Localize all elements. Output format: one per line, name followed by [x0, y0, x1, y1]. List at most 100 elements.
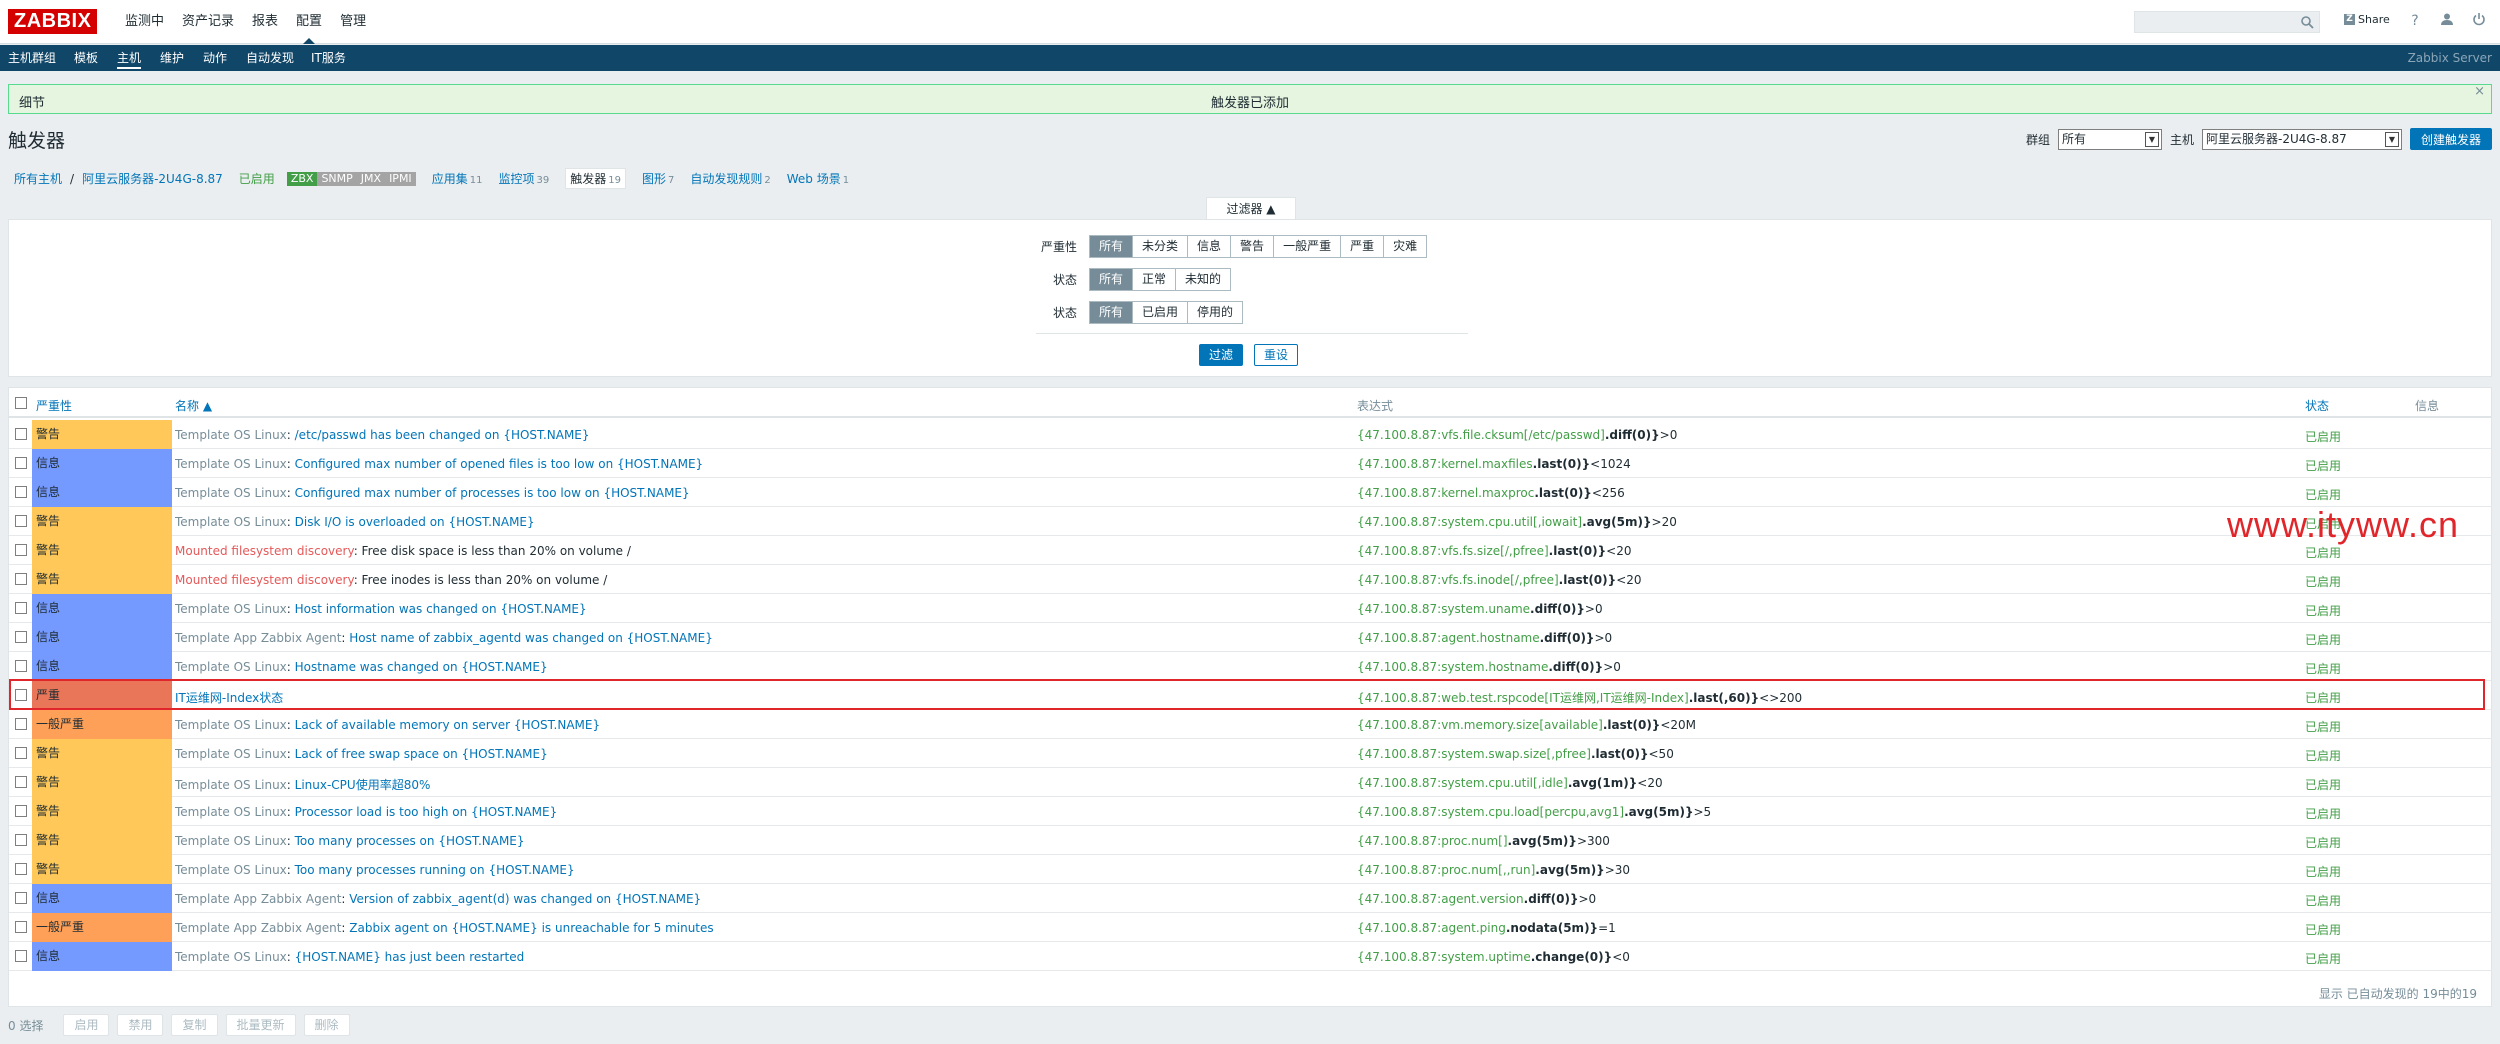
graphs-link[interactable]: 图形 7: [642, 170, 674, 187]
create-trigger-button[interactable]: 创建触发器: [2409, 128, 2492, 150]
all-hosts-link[interactable]: 所有主机: [14, 170, 62, 187]
expression-item-link[interactable]: {47.100.8.87:vfs.fs.size[/,pfree]: [1357, 544, 1549, 558]
delete-button[interactable]: 删除: [303, 1014, 350, 1036]
severity-option[interactable]: 灾难: [1384, 236, 1427, 257]
trigger-name-link[interactable]: Processor load is too high on {HOST.NAME…: [295, 805, 558, 819]
template-link[interactable]: Template OS Linux: [175, 834, 287, 848]
status-column-header[interactable]: 状态: [2305, 397, 2329, 414]
status-option[interactable]: 停用的: [1188, 302, 1243, 323]
template-link[interactable]: Template OS Linux: [175, 950, 287, 964]
template-link[interactable]: Template App Zabbix Agent: [175, 921, 341, 935]
menu-administration[interactable]: 管理: [331, 0, 375, 44]
trigger-name-link[interactable]: Configured max number of opened files is…: [295, 457, 704, 471]
zabbix-logo[interactable]: ZABBIX: [8, 9, 98, 34]
expression-item-link[interactable]: {47.100.8.87:system.uptime: [1357, 950, 1531, 964]
template-link[interactable]: Template OS Linux: [175, 457, 287, 471]
expression-item-link[interactable]: {47.100.8.87:vfs.fs.inode[/,pfree]: [1357, 573, 1559, 587]
expression-item-link[interactable]: {47.100.8.87:vm.memory.size[available]: [1357, 718, 1603, 732]
share-button[interactable]: Z Share: [2344, 13, 2390, 26]
subnav-host-groups[interactable]: 主机群组: [8, 45, 56, 71]
template-link[interactable]: Template OS Linux: [175, 805, 287, 819]
status-toggle[interactable]: 已启用: [2305, 892, 2341, 909]
status-toggle[interactable]: 已启用: [2305, 457, 2341, 474]
row-checkbox[interactable]: [15, 457, 27, 469]
menu-inventory[interactable]: 资产记录: [173, 0, 243, 44]
trigger-name-link[interactable]: Too many processes running on {HOST.NAME…: [295, 863, 575, 877]
row-checkbox[interactable]: [15, 776, 27, 788]
enable-button[interactable]: 启用: [63, 1014, 110, 1036]
trigger-name-link[interactable]: /etc/passwd has been changed on {HOST.NA…: [295, 428, 590, 442]
trigger-name-link[interactable]: Lack of available memory on server {HOST…: [295, 718, 600, 732]
trigger-name-link[interactable]: Host information was changed on {HOST.NA…: [295, 602, 587, 616]
row-checkbox[interactable]: [15, 602, 27, 614]
severity-option[interactable]: 未分类: [1133, 236, 1189, 257]
discovery-rules-link[interactable]: 自动发现规则 2: [690, 170, 770, 187]
template-link[interactable]: Template OS Linux: [175, 863, 287, 877]
host-select[interactable]: 阿里云服务器-2U4G-8.87 ▼: [2201, 128, 2402, 150]
trigger-name-link[interactable]: Zabbix agent on {HOST.NAME} is unreachab…: [349, 921, 713, 935]
select-all-checkbox[interactable]: [15, 397, 27, 409]
items-link[interactable]: 监控项 39: [498, 170, 549, 187]
trigger-name-link[interactable]: Too many processes on {HOST.NAME}: [295, 834, 525, 848]
expression-item-link[interactable]: {47.100.8.87:vfs.file.cksum[/etc/passwd]: [1357, 428, 1605, 442]
severity-option[interactable]: 一般严重: [1274, 236, 1342, 257]
trigger-name-link[interactable]: Lack of free swap space on {HOST.NAME}: [295, 747, 548, 761]
template-link[interactable]: Template App Zabbix Agent: [175, 631, 341, 645]
subnav-maintenance[interactable]: 维护: [160, 45, 184, 71]
status-toggle[interactable]: 已启用: [2305, 689, 2341, 706]
row-checkbox[interactable]: [15, 863, 27, 875]
applications-link[interactable]: 应用集 11: [432, 170, 483, 187]
row-checkbox[interactable]: [15, 486, 27, 498]
row-checkbox[interactable]: [15, 805, 27, 817]
status-toggle[interactable]: 已启用: [2305, 631, 2341, 648]
severity-option[interactable]: 信息: [1188, 236, 1232, 257]
status-toggle[interactable]: 已启用: [2305, 573, 2341, 590]
trigger-name-link[interactable]: Disk I/O is overloaded on {HOST.NAME}: [295, 515, 535, 529]
status-toggle[interactable]: 已启用: [2305, 718, 2341, 735]
subnav-discovery[interactable]: 自动发现: [246, 45, 294, 71]
status-toggle[interactable]: 已启用: [2305, 776, 2341, 793]
subnav-templates[interactable]: 模板: [74, 45, 98, 71]
template-link[interactable]: Template OS Linux: [175, 602, 287, 616]
row-checkbox[interactable]: [15, 689, 27, 701]
severity-option[interactable]: 所有: [1090, 236, 1134, 257]
apply-filter-button[interactable]: 过滤: [1199, 344, 1244, 366]
expression-item-link[interactable]: {47.100.8.87:system.cpu.util[,iowait]: [1357, 515, 1582, 529]
expression-item-link[interactable]: {47.100.8.87:web.test.rspcode[IT运维网,IT运维…: [1357, 691, 1689, 705]
status-toggle[interactable]: 已启用: [2305, 486, 2341, 503]
name-column-header[interactable]: 名称 ▲: [175, 397, 212, 414]
search-icon[interactable]: [2300, 15, 2314, 29]
trigger-name-link[interactable]: Configured max number of processes is to…: [295, 486, 690, 500]
row-checkbox[interactable]: [15, 515, 27, 527]
status-toggle[interactable]: 已启用: [2305, 428, 2341, 445]
row-checkbox[interactable]: [15, 950, 27, 962]
status-toggle[interactable]: 已启用: [2305, 660, 2341, 677]
expression-item-link[interactable]: {47.100.8.87:agent.version: [1357, 892, 1524, 906]
search-input[interactable]: [2134, 11, 2320, 33]
status-toggle[interactable]: 已启用: [2305, 544, 2341, 561]
row-checkbox[interactable]: [15, 921, 27, 933]
subnav-actions[interactable]: 动作: [203, 45, 227, 71]
row-checkbox[interactable]: [15, 428, 27, 440]
template-link[interactable]: Template OS Linux: [175, 778, 287, 792]
trigger-name-link[interactable]: {HOST.NAME} has just been restarted: [295, 950, 525, 964]
template-link[interactable]: Template App Zabbix Agent: [175, 892, 341, 906]
copy-button[interactable]: 复制: [171, 1014, 218, 1036]
severity-column-header[interactable]: 严重性: [36, 397, 72, 414]
expression-item-link[interactable]: {47.100.8.87:system.uname: [1357, 602, 1530, 616]
user-icon[interactable]: [2438, 12, 2456, 30]
status-toggle[interactable]: 已启用: [2305, 921, 2341, 938]
group-select[interactable]: 所有 ▼: [2057, 128, 2162, 150]
status-toggle[interactable]: 已启用: [2305, 747, 2341, 764]
row-checkbox[interactable]: [15, 573, 27, 585]
menu-reports[interactable]: 报表: [243, 0, 287, 44]
trigger-name-link[interactable]: Hostname was changed on {HOST.NAME}: [295, 660, 548, 674]
trigger-name-link[interactable]: Version of zabbix_agent(d) was changed o…: [349, 892, 701, 906]
template-link[interactable]: Template OS Linux: [175, 428, 287, 442]
row-checkbox[interactable]: [15, 718, 27, 730]
expression-item-link[interactable]: {47.100.8.87:system.swap.size[,pfree]: [1357, 747, 1591, 761]
template-link[interactable]: Template OS Linux: [175, 660, 287, 674]
help-icon[interactable]: ?: [2406, 12, 2424, 30]
disable-button[interactable]: 禁用: [117, 1014, 164, 1036]
trigger-name-link[interactable]: Host name of zabbix_agentd was changed o…: [349, 631, 713, 645]
